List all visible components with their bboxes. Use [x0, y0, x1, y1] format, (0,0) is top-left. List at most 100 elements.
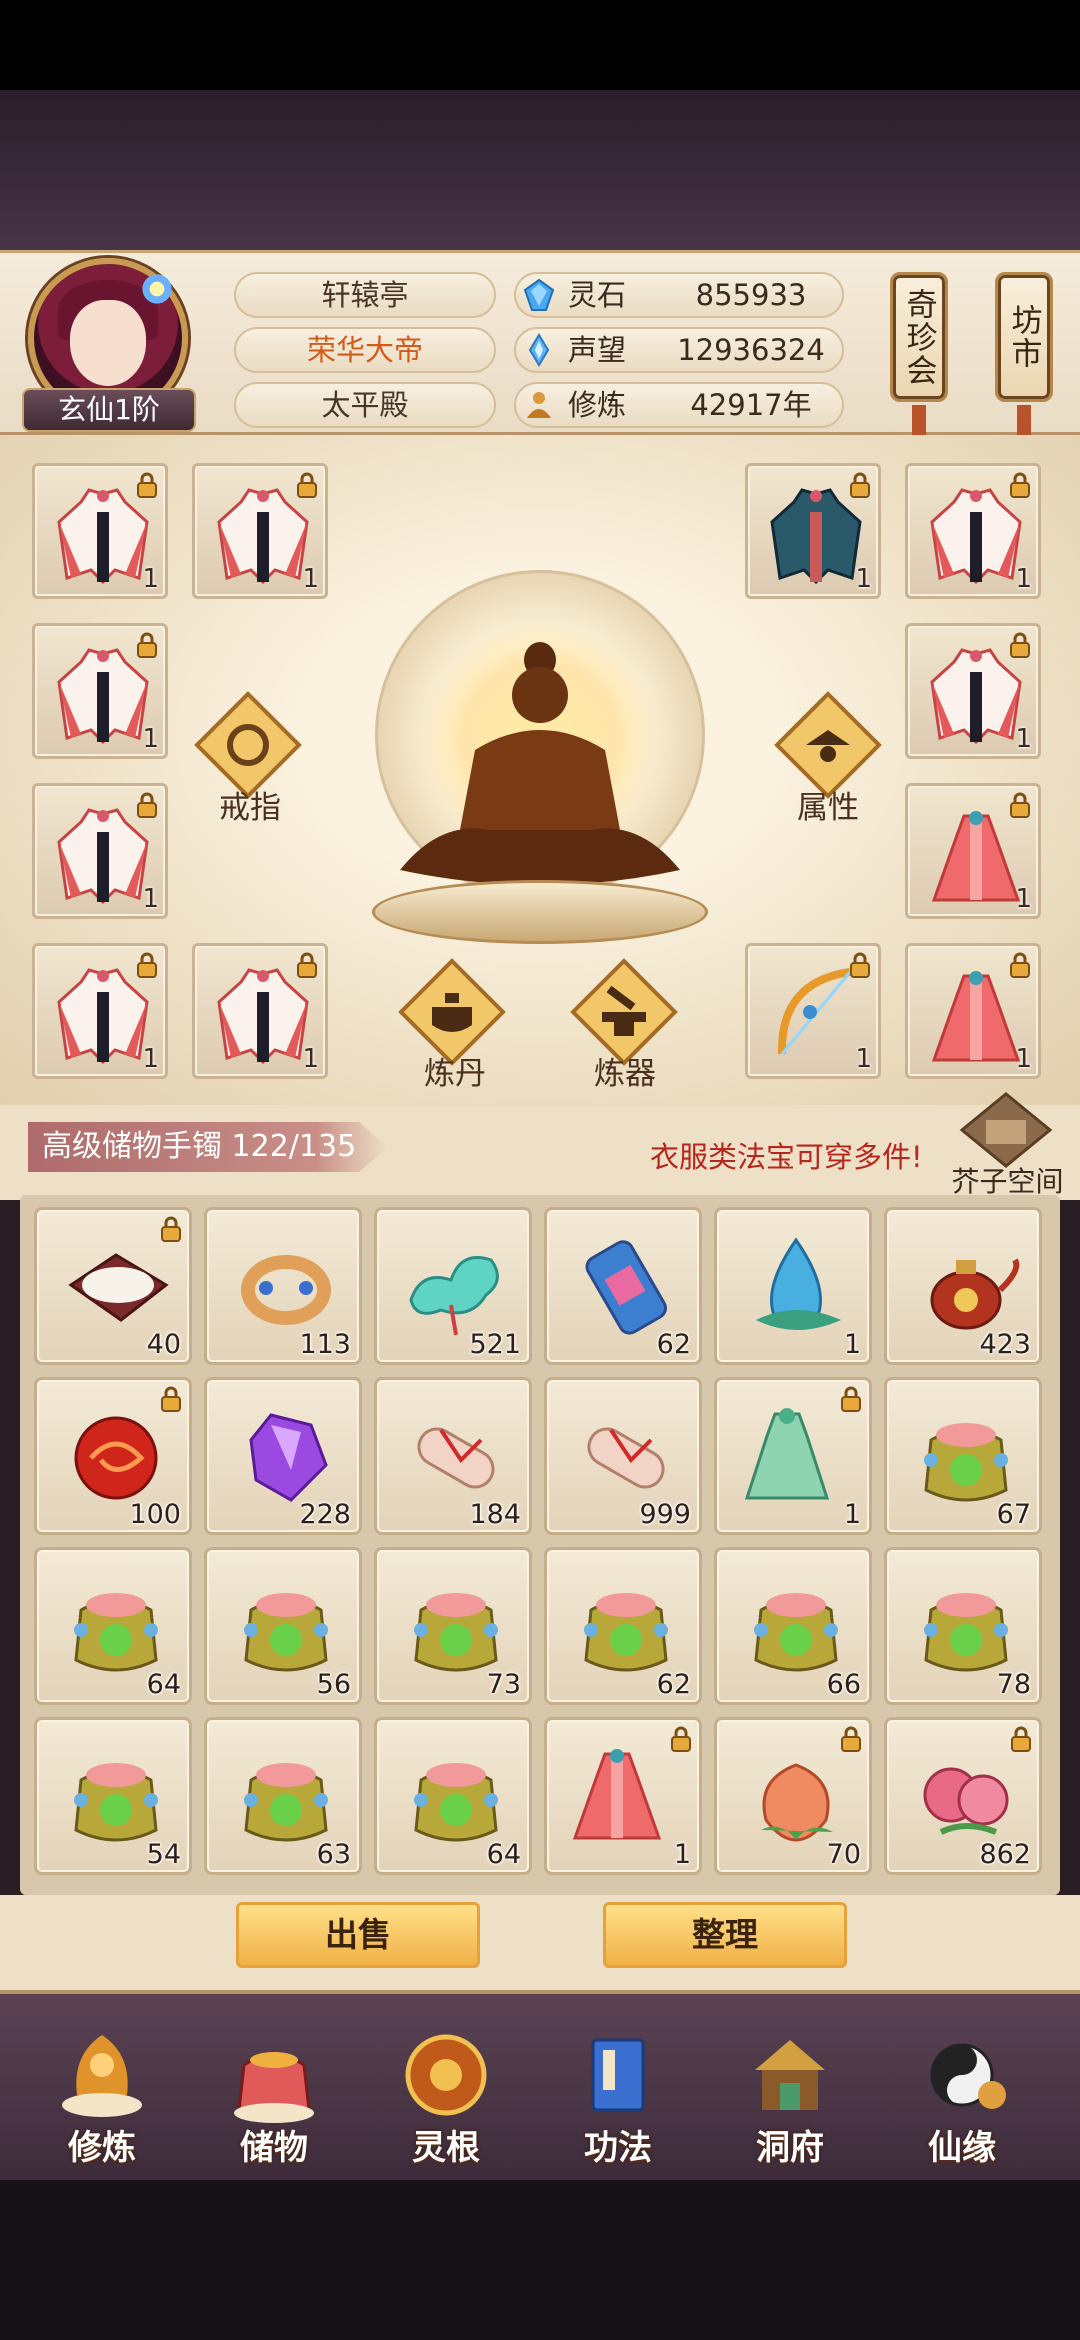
equipment-slot[interactable]: 1 [905, 463, 1041, 599]
equipment-slot[interactable]: 1 [32, 463, 168, 599]
inventory-slot[interactable]: 1 [544, 1717, 702, 1875]
inventory-slot[interactable]: 862 [884, 1717, 1042, 1875]
lock-icon [137, 792, 157, 818]
equipment-slot[interactable]: 1 [745, 463, 881, 599]
rice-basket-icon [68, 1253, 169, 1322]
purple-crystal-icon [249, 1413, 328, 1502]
lucky-bag-icon [244, 1763, 328, 1842]
inventory-slot[interactable]: 228 [204, 1377, 362, 1535]
inventory-slot[interactable]: 999 [544, 1377, 702, 1535]
jade-cloud-icon [409, 1256, 499, 1336]
inventory-slot[interactable]: 521 [374, 1207, 532, 1365]
gesture-area [0, 2180, 1080, 2340]
equipment-slot[interactable]: 1 [905, 943, 1041, 1079]
equipment-slot[interactable]: 1 [905, 783, 1041, 919]
equipment-slot[interactable]: 1 [32, 943, 168, 1079]
reputation-row: 声望 12936324 [514, 327, 844, 373]
nav-item[interactable]: 修炼 [22, 2005, 182, 2175]
treasure-fair-button[interactable]: 奇珍会 [890, 272, 948, 402]
lock-icon [161, 1386, 181, 1412]
action-bar [0, 1895, 1080, 1990]
inventory-slot[interactable]: 1 [714, 1377, 872, 1535]
forge-label: 炼器 [594, 1056, 656, 1092]
lock-icon [137, 472, 157, 498]
item-count: 521 [469, 1329, 521, 1360]
inventory-slot[interactable]: 184 [374, 1377, 532, 1535]
equipment-slot[interactable]: 1 [32, 783, 168, 919]
inventory-slot[interactable]: 54 [34, 1717, 192, 1875]
lucky-bag-icon [74, 1763, 158, 1842]
nav-item[interactable]: 储物 [194, 2005, 354, 2175]
inventory-slot[interactable]: 62 [544, 1207, 702, 1365]
inventory-slot[interactable]: 73 [374, 1547, 532, 1705]
market-button[interactable]: 坊市 [995, 272, 1053, 402]
equipment-slot[interactable]: 1 [32, 623, 168, 759]
reputation-icon [528, 333, 550, 367]
top-backdrop [0, 90, 1080, 250]
lucky-bag-icon [754, 1593, 838, 1672]
inventory-slot[interactable]: 113 [204, 1207, 362, 1365]
meditation-platform [372, 880, 708, 944]
lock-icon [671, 1726, 691, 1752]
inventory-slot[interactable]: 40 [34, 1207, 192, 1365]
peach-icon [761, 1763, 833, 1842]
inventory-slot[interactable]: 423 [884, 1207, 1042, 1365]
sell-button[interactable]: 出售 [236, 1902, 480, 1968]
item-count: 862 [979, 1839, 1031, 1870]
fate-icon [930, 2043, 1006, 2109]
sort-button[interactable]: 整理 [603, 1902, 847, 1968]
item-count: 100 [129, 1499, 181, 1530]
sect-plate: 轩辕亭 [234, 272, 496, 318]
lucky-bag-icon [584, 1593, 668, 1672]
equipment-slot[interactable]: 1 [745, 943, 881, 1079]
green-robe-icon [744, 1408, 830, 1500]
item-count: 184 [469, 1499, 521, 1530]
hall-plate: 太平殿 [234, 382, 496, 428]
slot-count: 1 [855, 1044, 872, 1074]
equipment-slot[interactable]: 1 [192, 943, 328, 1079]
nav-item[interactable]: 洞府 [710, 2005, 870, 2175]
slot-count: 1 [142, 1044, 159, 1074]
lock-icon [850, 472, 870, 498]
paper-scroll-icon [587, 1427, 665, 1489]
lock-icon [1010, 792, 1030, 818]
nav-item[interactable]: 功法 [538, 2005, 698, 2175]
inventory-slot[interactable]: 56 [204, 1547, 362, 1705]
nav-label: 洞府 [756, 2128, 824, 2168]
nav-item[interactable]: 仙缘 [882, 2005, 1042, 2175]
inventory-slot[interactable]: 100 [34, 1377, 192, 1535]
inventory-slot[interactable]: 62 [544, 1547, 702, 1705]
cultivate-icon [62, 2035, 142, 2117]
nav-label: 功法 [584, 2128, 652, 2168]
cave-icon [755, 2040, 825, 2110]
equipment-slot[interactable]: 1 [905, 623, 1041, 759]
meditating-figure [400, 642, 680, 885]
item-count: 999 [639, 1499, 691, 1530]
inventory-slot[interactable]: 64 [374, 1717, 532, 1875]
inventory-slot[interactable]: 1 [714, 1207, 872, 1365]
item-count: 66 [826, 1669, 861, 1700]
item-count: 64 [486, 1839, 521, 1870]
water-spirit-icon [756, 1237, 841, 1330]
teapot-icon [930, 1258, 1020, 1330]
inventory-slot[interactable]: 63 [204, 1717, 362, 1875]
lock-icon [297, 472, 317, 498]
jeweled-ring-icon [241, 1255, 331, 1325]
storage-icon [234, 2052, 314, 2123]
equipment-slot[interactable]: 1 [192, 463, 328, 599]
slot-count: 1 [1015, 724, 1032, 754]
inventory-slot[interactable]: 67 [884, 1377, 1042, 1535]
lock-icon [137, 952, 157, 978]
pink-fruit-icon [923, 1767, 1009, 1835]
inventory-slot[interactable]: 70 [714, 1717, 872, 1875]
slot-count: 1 [1015, 884, 1032, 914]
nav-item[interactable]: 灵根 [366, 2005, 526, 2175]
inventory-slot[interactable]: 78 [884, 1547, 1042, 1705]
item-count: 228 [299, 1499, 351, 1530]
inventory-slot[interactable]: 64 [34, 1547, 192, 1705]
item-count: 54 [146, 1839, 181, 1870]
mustard-space-label[interactable]: 芥子空间 [945, 1160, 1070, 1200]
red-dress-icon [572, 1749, 662, 1840]
inventory-slot[interactable]: 66 [714, 1547, 872, 1705]
spirit-stone-icon [523, 278, 555, 311]
